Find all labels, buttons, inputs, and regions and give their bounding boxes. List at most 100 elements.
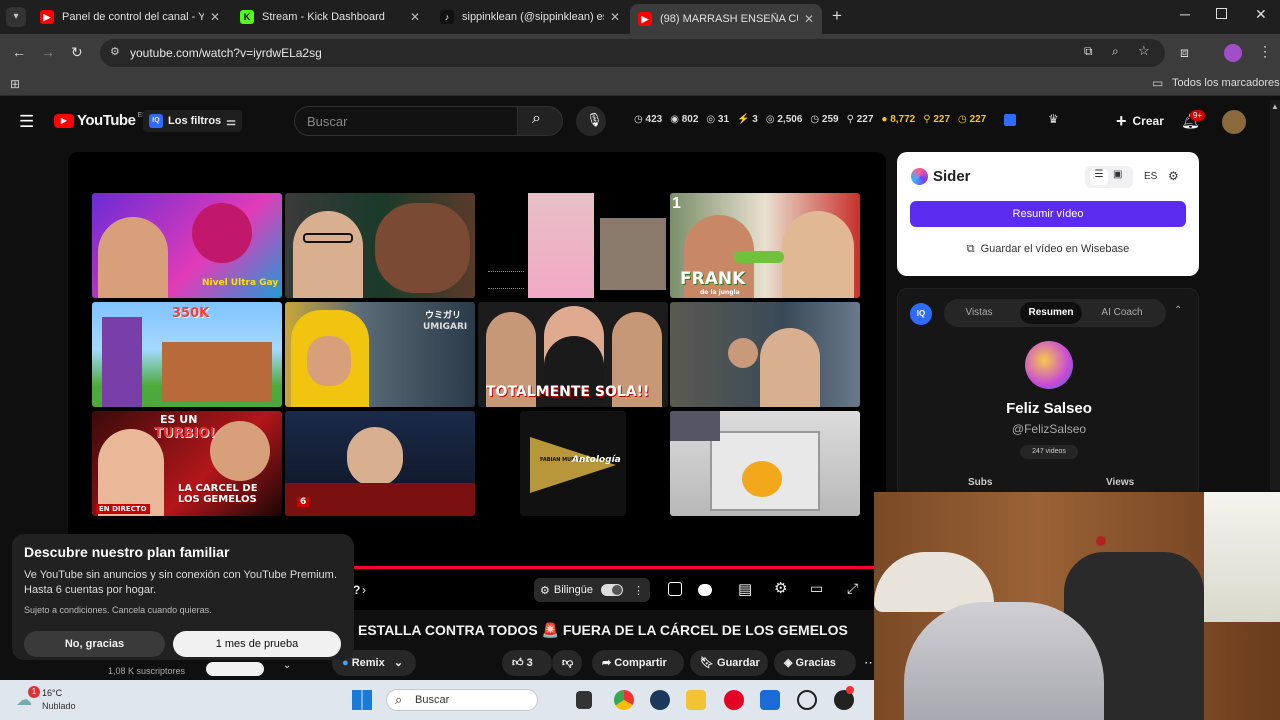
tab-resumen[interactable]: Resumen xyxy=(1020,302,1082,324)
tab-tiktok[interactable]: ♪ sippinklean (@sippinklean) está ✕ xyxy=(432,4,628,30)
chevron-up-icon[interactable]: ⌃ xyxy=(1174,305,1182,316)
maximize-button[interactable] xyxy=(1216,8,1227,19)
youtube-logo[interactable]: ▶ YouTube ES xyxy=(54,112,147,129)
subtitles-icon[interactable]: ▤ xyxy=(738,580,752,598)
theater-mode-icon[interactable]: ▭ xyxy=(810,580,823,597)
more-options-icon[interactable]: ⋮ xyxy=(633,584,644,597)
search-input[interactable]: Buscar xyxy=(294,106,518,136)
back-icon[interactable]: ← xyxy=(12,44,26,60)
logo-text: YouTube xyxy=(77,112,136,129)
chrome-icon[interactable] xyxy=(614,690,634,710)
search-button[interactable]: ⌕ xyxy=(517,106,563,136)
extensions-icon[interactable]: ⧈ xyxy=(1180,44,1189,61)
close-icon[interactable]: ✕ xyxy=(410,10,420,24)
thumb-caption: 350K xyxy=(172,306,210,321)
install-app-icon[interactable]: ⧉ xyxy=(1084,44,1093,59)
iq-extension-icon[interactable] xyxy=(1004,114,1016,126)
dislike-button[interactable]: 👎︎ xyxy=(552,650,582,676)
video-thumbnail[interactable]: ES UN TURBIO! LA CARCEL DE LOS GEMELOS E… xyxy=(92,411,282,516)
tab-ai-coach[interactable]: AI Coach xyxy=(1094,302,1150,324)
decline-button[interactable]: No, gracias xyxy=(24,631,165,657)
subs-label: Subs xyxy=(968,477,993,488)
tab-youtube-video[interactable]: ▶ (98) MARRASH ENSEÑA CUÁNT ✕ xyxy=(630,4,822,34)
summarize-video-button[interactable]: Resumir vídeo xyxy=(910,201,1186,227)
close-icon[interactable]: ✕ xyxy=(804,12,814,26)
taskbar-search[interactable]: ⌕ Buscar xyxy=(386,689,538,711)
thumb-caption: ES UN xyxy=(160,413,198,426)
pinterest-icon[interactable] xyxy=(724,690,744,710)
settings-gear-icon[interactable]: ⚙ xyxy=(774,579,787,597)
progress-bar[interactable] xyxy=(354,566,874,569)
apps-grid-icon[interactable]: ⊞ xyxy=(10,77,20,91)
video-thumbnail[interactable] xyxy=(670,411,860,516)
thanks-button[interactable]: ◈ Gracias xyxy=(774,650,856,676)
trophy-icon[interactable]: ♛ xyxy=(1048,112,1059,126)
iq-analytics-panel: IQ Vistas Resumen AI Coach ⌃ Feliz Salse… xyxy=(897,288,1199,498)
like-button[interactable]: 👍︎ 3 xyxy=(502,650,552,676)
bookmark-star-icon[interactable]: ☆ xyxy=(1138,43,1150,59)
video-thumbnail[interactable]: 1 FRANK de la jungla xyxy=(670,193,860,298)
stat-item: ⚲ 227 xyxy=(923,114,951,125)
autoplay-toggle[interactable] xyxy=(698,584,712,596)
account-avatar[interactable] xyxy=(1222,110,1246,134)
forward-icon[interactable]: → xyxy=(41,44,55,60)
tab-search-button[interactable]: ▾ xyxy=(6,7,26,27)
tiktok-clip-right xyxy=(600,218,666,290)
reload-icon[interactable]: ↻ xyxy=(71,44,83,61)
windows-start-icon[interactable] xyxy=(352,690,372,710)
chapter-question[interactable]: ? xyxy=(353,583,360,597)
all-bookmarks-link[interactable]: Todos los marcadores xyxy=(1172,77,1280,89)
iq-player-icon[interactable] xyxy=(668,582,682,596)
video-thumbnail[interactable]: FABIAN MUELAS Antología xyxy=(520,411,626,516)
voice-search-button[interactable]: 🎙 xyxy=(576,106,606,136)
list-view-icon[interactable]: ☰ xyxy=(1090,169,1108,185)
hamburger-menu-icon[interactable]: ☰ xyxy=(19,112,34,132)
store-icon[interactable] xyxy=(760,690,780,710)
create-button[interactable]: + Crear xyxy=(1104,108,1176,134)
share-button[interactable]: ➦ Compartir xyxy=(592,650,684,676)
save-to-wisebase-button[interactable]: ⧉ Guardar el vídeo en Wisebase xyxy=(910,238,1186,260)
minimize-button[interactable]: ─ xyxy=(1180,6,1190,22)
chatgpt-icon[interactable] xyxy=(797,690,817,710)
close-icon[interactable]: ✕ xyxy=(210,10,220,24)
chevron-right-icon[interactable]: › xyxy=(362,583,366,597)
close-window-button[interactable]: ✕ xyxy=(1255,6,1267,23)
save-button[interactable]: 🔖︎ Guardar xyxy=(690,650,768,676)
filters-extension-button[interactable]: IQ Los filtros ⚌ xyxy=(143,110,243,132)
settings-icon[interactable]: ⚙ xyxy=(1168,169,1179,183)
steam-icon[interactable] xyxy=(650,690,670,710)
toggle-switch[interactable] xyxy=(601,584,624,596)
stat-item: ⚲ 227 xyxy=(846,114,874,125)
video-thumbnail[interactable]: ウミガリ UMIGARI xyxy=(285,302,475,407)
video-thumbnail[interactable]: 350K xyxy=(92,302,282,407)
video-thumbnail[interactable]: Nivel Ultra Gay xyxy=(92,193,282,298)
menu-dots-icon[interactable]: ⋮ xyxy=(1258,43,1272,60)
language-selector[interactable]: ES xyxy=(1144,171,1157,182)
site-info-icon[interactable]: ⚙ xyxy=(110,45,120,58)
subscribe-button-partial[interactable] xyxy=(206,662,264,676)
video-count-badge: 247 videos xyxy=(1020,445,1078,459)
scroll-up-icon[interactable]: ▲ xyxy=(1271,102,1279,111)
video-thumbnail[interactable] xyxy=(478,193,668,298)
video-thumbnail[interactable] xyxy=(285,193,475,298)
image-view-icon[interactable]: ▣ xyxy=(1113,169,1122,180)
trial-button[interactable]: 1 mes de prueba xyxy=(173,631,341,657)
tab-vistas[interactable]: Vistas xyxy=(952,302,1006,324)
chevron-down-icon[interactable]: ⌄ xyxy=(283,660,291,671)
address-bar[interactable]: ⚙ youtube.com/watch?v=iyrdwELa2sg ⧉ ⌕ ☆ xyxy=(100,39,1165,67)
fullscreen-icon[interactable]: ⤢ xyxy=(847,580,858,597)
new-tab-button[interactable]: + xyxy=(832,6,842,26)
close-icon[interactable]: ✕ xyxy=(610,10,620,24)
youtube-header: ☰ ▶ YouTube ES IQ Los filtros ⚌ Buscar ⌕… xyxy=(0,100,1280,146)
video-thumbnail[interactable]: 6 xyxy=(285,411,475,516)
profile-avatar[interactable] xyxy=(1224,44,1242,62)
page-scrollbar[interactable] xyxy=(1270,100,1280,490)
file-explorer-icon[interactable] xyxy=(686,690,706,710)
video-thumbnail[interactable]: TOTALMENTE SOLA!! xyxy=(478,302,668,407)
tab-youtube-studio[interactable]: ▶ Panel de control del canal - You ✕ xyxy=(32,4,228,30)
bilingual-toggle[interactable]: ⚙ Bilingüe ⋮ xyxy=(534,578,651,602)
zoom-icon[interactable]: ⌕ xyxy=(1112,44,1119,59)
task-view-icon[interactable] xyxy=(576,691,592,709)
video-thumbnail[interactable] xyxy=(670,302,860,407)
tab-kick-dashboard[interactable]: K Stream - Kick Dashboard ✕ xyxy=(232,4,428,30)
